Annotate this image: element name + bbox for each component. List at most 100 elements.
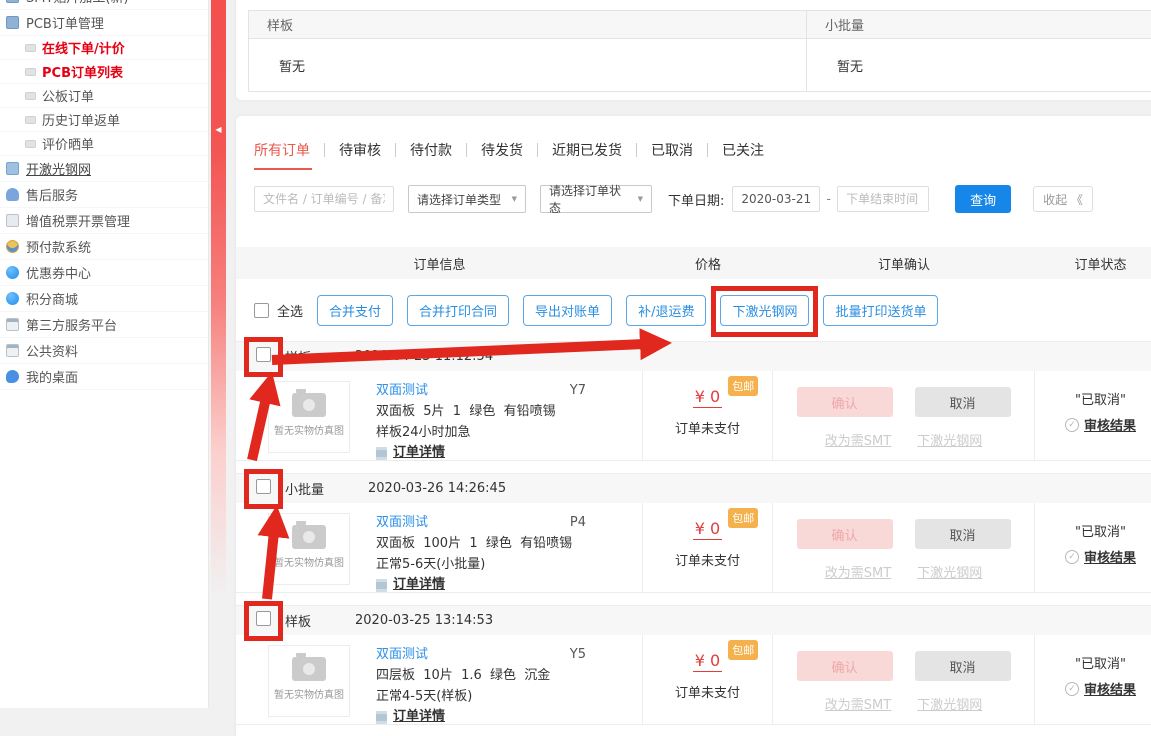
sidebar-item-prepay[interactable]: 预付款系统 [0, 234, 208, 260]
order-block: 样板 2020-04-25 11:12:54 暂无实物仿真图 双面测试 Y7 双… [236, 341, 1151, 461]
date-separator: - [826, 192, 831, 207]
order-name-link[interactable]: 双面测试 [376, 381, 428, 402]
product-image-placeholder[interactable]: 暂无实物仿真图 [268, 513, 350, 585]
subitem-icon [25, 116, 36, 124]
sidebar-subitem-online-order[interactable]: 在线下单/计价 [0, 36, 208, 60]
laser-stencil-link[interactable]: 下激光钢网 [917, 694, 982, 713]
pay-status: 订单未支付 [643, 550, 772, 569]
tab-pending-shipment[interactable]: 待发货 [467, 140, 537, 160]
sidebar-subitem-history-reorder[interactable]: 历史订单返单 [0, 108, 208, 132]
sidebar-subitem-pcb-order-list[interactable]: PCB订单列表 [0, 60, 208, 84]
cancel-button[interactable]: 取消 [915, 519, 1011, 549]
order-detail-link[interactable]: 订单详情 [393, 575, 445, 596]
tab-pending-payment[interactable]: 待付款 [396, 140, 466, 160]
sidebar-item-after-sales[interactable]: 售后服务 [0, 182, 208, 208]
batch-print-delivery-button[interactable]: 批量打印送货单 [823, 295, 938, 326]
change-to-smt-link[interactable]: 改为需SMT [825, 562, 891, 581]
confirm-button[interactable]: 确认 [797, 519, 893, 549]
merge-pay-button[interactable]: 合并支付 [317, 295, 393, 326]
sidebar-item-public-resources[interactable]: 公共资料 [0, 338, 208, 364]
refund-shipping-button[interactable]: 补/退运费 [626, 295, 706, 326]
tab-recently-shipped[interactable]: 近期已发货 [538, 140, 636, 160]
review-result-link[interactable]: 审核结果 [1084, 547, 1136, 566]
sidebar-subitem-label: PCB订单列表 [42, 62, 123, 81]
tab-followed[interactable]: 已关注 [708, 140, 778, 160]
summary-value-smallbatch: 暂无 [807, 39, 1151, 91]
order-row: 暂无实物仿真图 双面测试 Y7 双面板 5片 1 绿色 有铅喷锡 样板24小时加… [236, 371, 1151, 461]
laser-stencil-link[interactable]: 下激光钢网 [917, 430, 982, 449]
product-image-placeholder[interactable]: 暂无实物仿真图 [268, 381, 350, 453]
review-result-link[interactable]: 审核结果 [1084, 679, 1136, 698]
order-type-select[interactable]: 请选择订单类型 [408, 185, 526, 213]
order-name-link[interactable]: 双面测试 [376, 645, 428, 666]
order-checkbox[interactable] [256, 611, 271, 626]
date-start-input[interactable] [732, 186, 820, 212]
sidebar-subitem-public-board[interactable]: 公板订单 [0, 84, 208, 108]
sidebar-item-label: 优惠券中心 [26, 263, 91, 282]
sidebar-item-label: SMT贴片加工(新) [26, 0, 129, 6]
order-detail-link[interactable]: 订单详情 [393, 443, 445, 464]
order-detail-link[interactable]: 订单详情 [393, 707, 445, 728]
order-laser-stencil-button[interactable]: 下激光钢网 [720, 295, 809, 326]
order-checkbox[interactable] [256, 479, 271, 494]
date-end-input[interactable] [837, 186, 929, 212]
sidebar-subitem-label: 历史订单返单 [42, 110, 120, 129]
merge-print-contract-button[interactable]: 合并打印合同 [407, 295, 509, 326]
order-checkbox[interactable] [256, 347, 271, 362]
summary-header-sample: 样板 [249, 11, 807, 38]
change-to-smt-link[interactable]: 改为需SMT [825, 694, 891, 713]
order-state: "已取消" [1035, 521, 1151, 540]
cancel-button[interactable]: 取消 [915, 387, 1011, 417]
sidebar-item-my-desktop[interactable]: 我的桌面 [0, 364, 208, 390]
sidebar-collapse-icon[interactable] [212, 122, 225, 138]
confirm-button[interactable]: 确认 [797, 651, 893, 681]
camera-icon [292, 657, 326, 681]
order-status-select[interactable]: 请选择订单状态 [540, 185, 652, 213]
document-icon [376, 579, 387, 592]
document-icon [376, 711, 387, 724]
sidebar-item-laser-stencil[interactable]: 开激光钢网 [0, 156, 208, 182]
order-spec: 双面板 100片 1 绿色 有铅喷锡 [376, 534, 626, 555]
header-price: 价格 [643, 254, 773, 273]
tab-all-orders[interactable]: 所有订单 [254, 140, 324, 160]
product-image-placeholder[interactable]: 暂无实物仿真图 [268, 645, 350, 717]
tab-cancelled[interactable]: 已取消 [637, 140, 707, 160]
sidebar-item-label: 公共资料 [26, 341, 78, 360]
keyword-input[interactable] [254, 186, 394, 212]
sidebar-item-vat-invoice[interactable]: 增值税票开票管理 [0, 208, 208, 234]
sidebar-subitem-label: 公板订单 [42, 86, 94, 105]
search-button[interactable]: 查询 [955, 185, 1011, 213]
order-price[interactable]: ¥ 0 [693, 387, 722, 408]
select-all-checkbox[interactable] [254, 303, 269, 318]
order-datetime: 2020-03-25 13:14:53 [355, 613, 493, 628]
cancel-button[interactable]: 取消 [915, 651, 1011, 681]
sidebar-accent-strip [211, 0, 226, 600]
sidebar-item-coupon-center[interactable]: 优惠券中心 [0, 260, 208, 286]
image-placeholder-text: 暂无实物仿真图 [269, 554, 349, 569]
export-statement-button[interactable]: 导出对账单 [523, 295, 612, 326]
doc-icon [6, 162, 19, 175]
order-type-label: 样板 [285, 347, 311, 366]
order-group-row: 样板 2020-04-25 11:12:54 [236, 341, 1151, 371]
order-name-link[interactable]: 双面测试 [376, 513, 428, 534]
order-group-row: 小批量 2020-03-26 14:26:45 [236, 473, 1151, 503]
laser-stencil-link[interactable]: 下激光钢网 [917, 562, 982, 581]
sidebar-item-third-party[interactable]: 第三方服务平台 [0, 312, 208, 338]
sidebar-item-smt[interactable]: SMT贴片加工(新) [0, 0, 208, 10]
tab-pending-review[interactable]: 待审核 [325, 140, 395, 160]
order-price[interactable]: ¥ 0 [693, 651, 722, 672]
order-delivery: 正常5-6天(小批量) [376, 555, 626, 576]
free-shipping-badge: 包邮 [728, 640, 758, 660]
collapse-button[interactable]: 收起 《 [1033, 186, 1093, 212]
change-to-smt-link[interactable]: 改为需SMT [825, 430, 891, 449]
confirm-button[interactable]: 确认 [797, 387, 893, 417]
orders-panel: 所有订单 待审核 待付款 待发货 近期已发货 已取消 已关注 请选择订单类型 请… [236, 116, 1151, 736]
points-icon [6, 292, 19, 305]
pay-status: 订单未支付 [643, 682, 772, 701]
sidebar-item-points-mall[interactable]: 积分商城 [0, 286, 208, 312]
review-result-link[interactable]: 审核结果 [1084, 415, 1136, 434]
order-delivery: 正常4-5天(样板) [376, 687, 626, 708]
order-price[interactable]: ¥ 0 [693, 519, 722, 540]
sidebar-item-pcb-order-mgmt[interactable]: PCB订单管理 [0, 10, 208, 36]
sidebar-subitem-review[interactable]: 评价晒单 [0, 132, 208, 156]
